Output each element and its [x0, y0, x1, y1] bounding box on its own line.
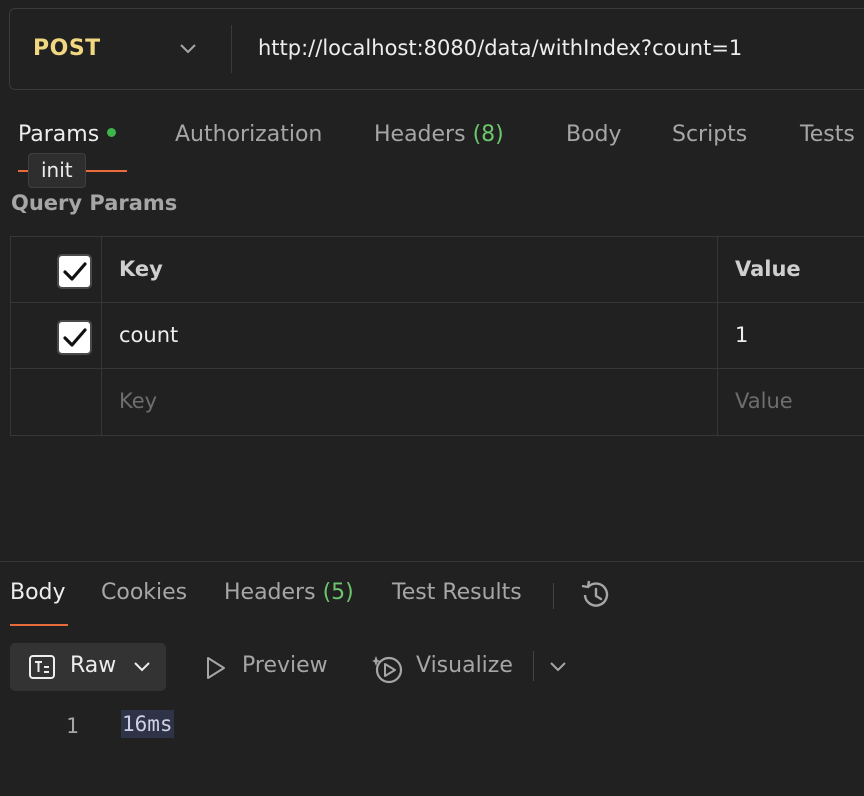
tab-response-body[interactable]: Body [10, 580, 66, 605]
app-root: POST http://localhost:8080/data/withInde… [0, 0, 864, 796]
response-divider [0, 561, 864, 562]
url-input[interactable]: http://localhost:8080/data/withIndex?cou… [258, 36, 742, 60]
tooltip: init [28, 153, 86, 188]
param-key-field[interactable]: count [119, 323, 178, 347]
tab-test-results[interactable]: Test Results [392, 580, 522, 605]
chevron-down-icon[interactable] [178, 39, 198, 59]
headers-count: (8) [472, 122, 504, 147]
query-params-title: Query Params [11, 191, 178, 215]
params-active-dot [107, 128, 117, 137]
history-icon[interactable] [578, 578, 614, 612]
chevron-down-icon [134, 662, 150, 672]
tab-response-headers[interactable]: Headers (5) [224, 580, 354, 605]
tab-label: Authorization [175, 122, 323, 147]
raw-label: Raw [70, 653, 117, 678]
tab-tests[interactable]: Tests [800, 122, 855, 147]
divider [553, 583, 554, 609]
tab-params[interactable]: Params [18, 122, 117, 147]
tab-label: Headers [224, 580, 316, 605]
tab-authorization[interactable]: Authorization [175, 122, 322, 147]
tab-label: Headers [374, 122, 466, 147]
play-icon [207, 657, 225, 679]
new-key-field[interactable]: Key [119, 389, 157, 413]
visualize-label: Visualize [416, 653, 513, 678]
check-icon [63, 262, 87, 281]
table-row-empty: Key Value [11, 369, 864, 435]
response-body-text[interactable]: 16ms [121, 710, 174, 738]
text-doc-icon [29, 655, 55, 679]
request-tabs: Params Authorization Headers (8) Body Sc… [0, 122, 864, 162]
tab-label: Params [18, 122, 100, 147]
tab-label: Scripts [672, 122, 748, 147]
response-headers-count: (5) [322, 580, 354, 605]
check-icon [63, 328, 87, 347]
request-bar: POST http://localhost:8080/data/withInde… [9, 8, 864, 90]
tab-label: Tests [800, 122, 855, 147]
table-row: count 1 [11, 303, 864, 369]
tab-headers[interactable]: Headers (8) [374, 122, 504, 147]
tab-body[interactable]: Body [566, 122, 622, 147]
method-select[interactable]: POST [33, 36, 101, 61]
divider [231, 25, 232, 73]
divider [533, 651, 534, 681]
row-checkbox[interactable] [57, 320, 92, 355]
param-value-field[interactable]: 1 [735, 323, 748, 347]
table-header-row: Key Value [11, 237, 864, 303]
select-all-checkbox[interactable] [57, 254, 92, 289]
new-value-field[interactable]: Value [735, 389, 793, 413]
tab-label: Body [566, 122, 622, 147]
chevron-down-icon[interactable] [548, 657, 568, 677]
key-column-header: Key [119, 257, 163, 281]
line-number: 1 [66, 714, 79, 738]
preview-label: Preview [242, 653, 328, 678]
query-params-table: Key Value count 1 Key Value [10, 236, 864, 436]
visualize-icon [372, 656, 403, 684]
active-response-tab-underline [10, 624, 68, 626]
value-column-header: Value [735, 257, 801, 281]
tab-cookies[interactable]: Cookies [101, 580, 187, 605]
raw-format-button[interactable]: Raw [10, 643, 166, 691]
tab-scripts[interactable]: Scripts [672, 122, 747, 147]
